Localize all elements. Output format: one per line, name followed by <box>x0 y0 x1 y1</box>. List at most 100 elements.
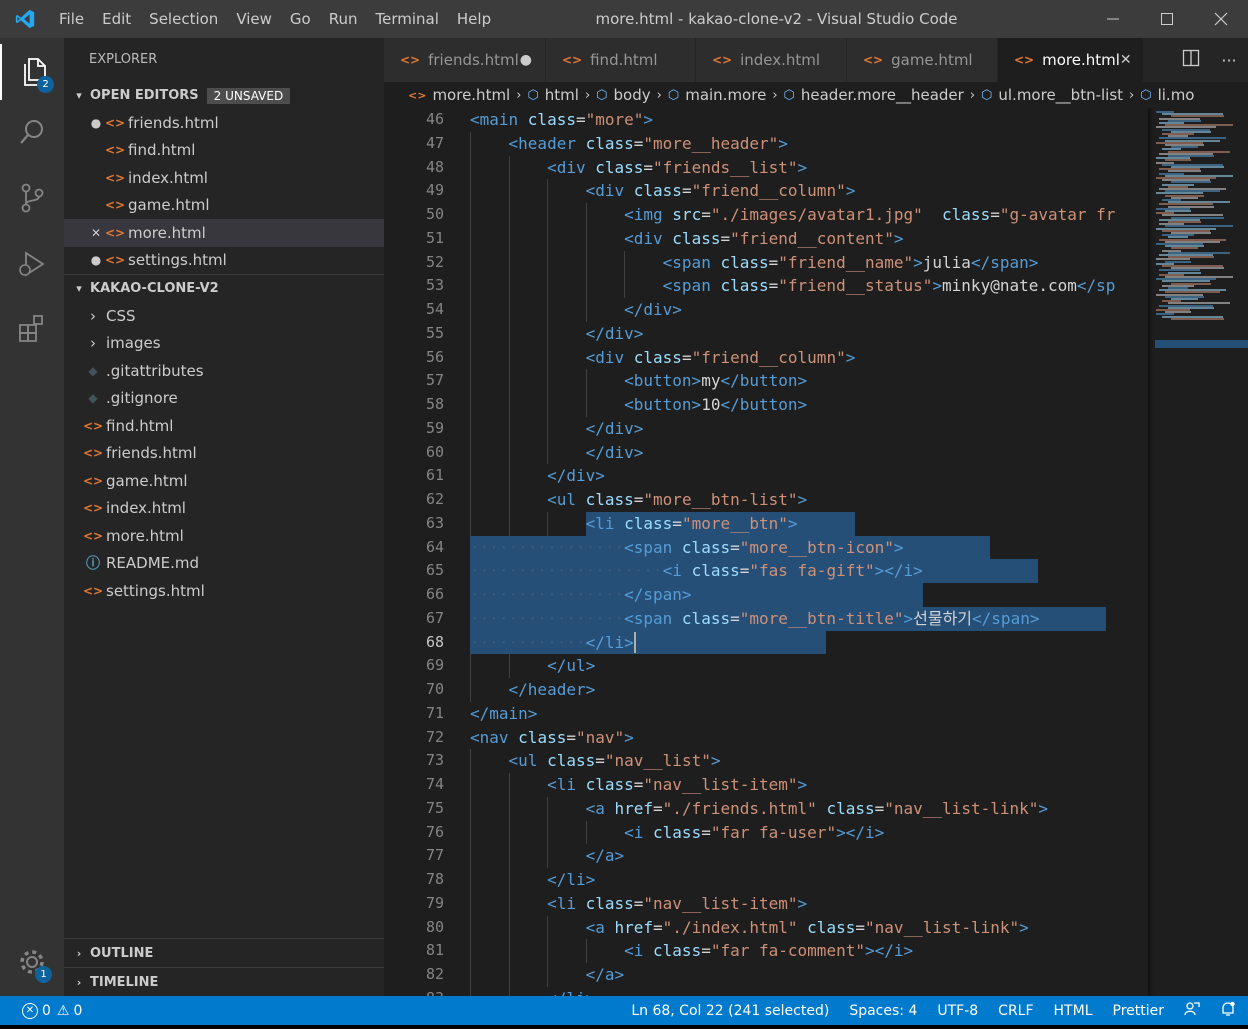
code-line[interactable]: <li class="nav__list-item"> <box>470 773 1148 797</box>
tab-find-html[interactable]: <> find.html <box>546 38 696 82</box>
tree-file[interactable]: <> index.html <box>64 495 384 523</box>
feedback-icon[interactable] <box>1174 1001 1210 1021</box>
encoding[interactable]: UTF-8 <box>927 1003 988 1019</box>
menu-help[interactable]: Help <box>448 10 500 28</box>
menu-selection[interactable]: Selection <box>140 10 227 28</box>
code-line[interactable]: <a href="./index.html" class="nav__list-… <box>470 915 1148 940</box>
code-line[interactable]: <li class="nav__list-item"> <box>470 891 1148 916</box>
open-editor-item[interactable]: <> find.html <box>64 137 384 165</box>
split-editor-icon[interactable] <box>1172 49 1210 71</box>
tab-more-html[interactable]: <> more.html ✕ <box>998 38 1144 82</box>
tab-game-html[interactable]: <> game.html <box>847 38 998 82</box>
tree-file[interactable]: ◆ .gitattributes <box>64 357 384 385</box>
tree-file[interactable]: ◆ .gitignore <box>64 385 384 413</box>
code-line[interactable]: </ul> <box>470 654 1148 678</box>
close-tab-icon[interactable]: ✕ <box>1120 52 1132 68</box>
code-line[interactable]: </main> <box>470 702 1148 726</box>
menu-edit[interactable]: Edit <box>93 10 140 28</box>
open-editor-item[interactable]: ● <> settings.html <box>64 247 384 275</box>
open-editor-item[interactable]: ● <> friends.html <box>64 109 384 137</box>
breadcrumb-item[interactable]: ⬡ html › <box>527 86 596 104</box>
code-line[interactable]: </li> <box>470 868 1148 892</box>
code-line[interactable]: ················</span> <box>470 583 1148 607</box>
code-line[interactable]: </div> <box>470 321 1148 346</box>
activity-explorer[interactable]: 2 <box>0 44 66 100</box>
code-line[interactable]: <button>10</button> <box>470 393 1148 417</box>
menu-go[interactable]: Go <box>281 10 320 28</box>
code-line[interactable]: </header> <box>470 678 1148 702</box>
close-editor-icon[interactable]: ✕ <box>88 226 104 240</box>
code-line[interactable]: <button>my</button> <box>470 369 1148 393</box>
code-line[interactable]: <a href="./friends.html" class="nav__lis… <box>470 796 1148 821</box>
more-actions-icon[interactable]: ··· <box>1210 51 1248 70</box>
code-line[interactable]: </a> <box>470 844 1148 868</box>
breadcrumb-item[interactable]: <> more.html › <box>408 86 527 104</box>
code-line[interactable]: </div> <box>470 440 1148 465</box>
code-line[interactable]: ············</li> <box>470 630 1148 655</box>
open-editors-header[interactable]: ▾ OPEN EDITORS 2 UNSAVED <box>64 82 384 109</box>
code-line[interactable]: ····················<i class="fas fa-gif… <box>470 559 1148 583</box>
unsaved-dot-icon[interactable]: ● <box>519 52 533 68</box>
code-line[interactable]: </a> <box>470 963 1148 987</box>
code-area[interactable]: <main class="more"> <header class="more_… <box>470 108 1148 996</box>
code-line[interactable]: <ul class="more__btn-list"> <box>470 488 1148 512</box>
tab-friends-html[interactable]: <> friends.html ● <box>384 38 546 82</box>
menu-view[interactable]: View <box>227 10 281 28</box>
menu-file[interactable]: File <box>50 10 93 28</box>
code-line[interactable]: </div> <box>470 298 1148 322</box>
activity-extensions[interactable] <box>0 300 64 356</box>
code-editor[interactable]: 46 47 48 49 50 51 52 53 54 55 56 57 58 59 60 61 62 63 64 65… <box>384 108 1148 996</box>
code-line[interactable]: </li> <box>470 986 1148 996</box>
tree-file[interactable]: ⓘ README.md <box>64 550 384 578</box>
project-header[interactable]: ▾ KAKAO-CLONE-V2 <box>64 274 384 302</box>
code-line[interactable]: <span class="friend__name">julia</span> <box>470 250 1148 275</box>
formatter[interactable]: Prettier <box>1103 1003 1175 1019</box>
tree-file[interactable]: <> friends.html <box>64 440 384 468</box>
indentation[interactable]: Spaces: 4 <box>839 1003 927 1019</box>
cursor-position[interactable]: Ln 68, Col 22 (241 selected) <box>621 1003 839 1019</box>
code-line[interactable]: ················<span class="more__btn-i… <box>470 535 1148 560</box>
language-mode[interactable]: HTML <box>1044 1003 1103 1019</box>
code-line[interactable]: ················<span class="more__btn-t… <box>470 606 1148 631</box>
tree-file[interactable]: <> game.html <box>64 467 384 495</box>
code-line[interactable]: <i class="far fa-comment"></i> <box>470 939 1148 963</box>
minimap[interactable] <box>1148 108 1248 996</box>
notifications-icon[interactable] <box>1210 1001 1248 1021</box>
code-line[interactable]: <nav class="nav"> <box>470 726 1148 750</box>
breadcrumb-item[interactable]: ⬡ body › <box>596 86 668 104</box>
outline-header[interactable]: › OUTLINE <box>64 938 384 967</box>
code-line[interactable]: </div> <box>470 464 1148 488</box>
minimize-button[interactable] <box>1086 0 1140 38</box>
open-editor-item[interactable]: <> index.html <box>64 164 384 192</box>
code-line[interactable]: <div class="friend__content"> <box>470 226 1148 251</box>
code-line[interactable]: <div class="friend__column"> <box>470 345 1148 370</box>
code-line[interactable]: <main class="more"> <box>470 108 1148 132</box>
code-line[interactable]: <i class="far fa-user"></i> <box>470 820 1148 845</box>
open-editor-item[interactable]: ✕ <> more.html <box>64 219 384 247</box>
activity-source-control[interactable] <box>0 170 64 226</box>
code-line[interactable]: <img src="./images/avatar1.jpg" class="g… <box>470 203 1148 227</box>
code-line[interactable]: <ul class="nav__list"> <box>470 749 1148 773</box>
problems-indicator[interactable]: ✕ 0 ⚠ 0 <box>0 1002 92 1019</box>
open-editor-item[interactable]: <> game.html <box>64 192 384 220</box>
tree-folder[interactable]: › images <box>64 330 384 358</box>
close-window-button[interactable] <box>1194 0 1248 38</box>
tree-folder[interactable]: › CSS <box>64 302 384 330</box>
menu-terminal[interactable]: Terminal <box>367 10 448 28</box>
activity-run-debug[interactable] <box>0 236 64 292</box>
activity-search[interactable] <box>0 104 64 160</box>
code-line[interactable]: </div> <box>470 416 1148 441</box>
code-line[interactable]: <div class="friends__list"> <box>470 155 1148 180</box>
tree-file[interactable]: <> more.html <box>64 522 384 550</box>
breadcrumb-item[interactable]: ⬡ main.more › <box>668 86 784 104</box>
code-line[interactable]: <li class="more__btn"> <box>470 511 1148 536</box>
breadcrumb-item[interactable]: ⬡ header.more__header › <box>784 86 982 104</box>
breadcrumb-item[interactable]: ⬡ li.mo <box>1140 86 1194 104</box>
activity-manage[interactable]: 1 <box>0 934 64 990</box>
menu-run[interactable]: Run <box>320 10 367 28</box>
maximize-button[interactable] <box>1140 0 1194 38</box>
code-line[interactable]: <span class="friend__status">minky@nate.… <box>470 274 1148 298</box>
code-line[interactable]: <div class="friend__column"> <box>470 179 1148 203</box>
line-endings[interactable]: CRLF <box>988 1003 1043 1019</box>
breadcrumb-item[interactable]: ⬡ ul.more__btn-list › <box>981 86 1140 104</box>
